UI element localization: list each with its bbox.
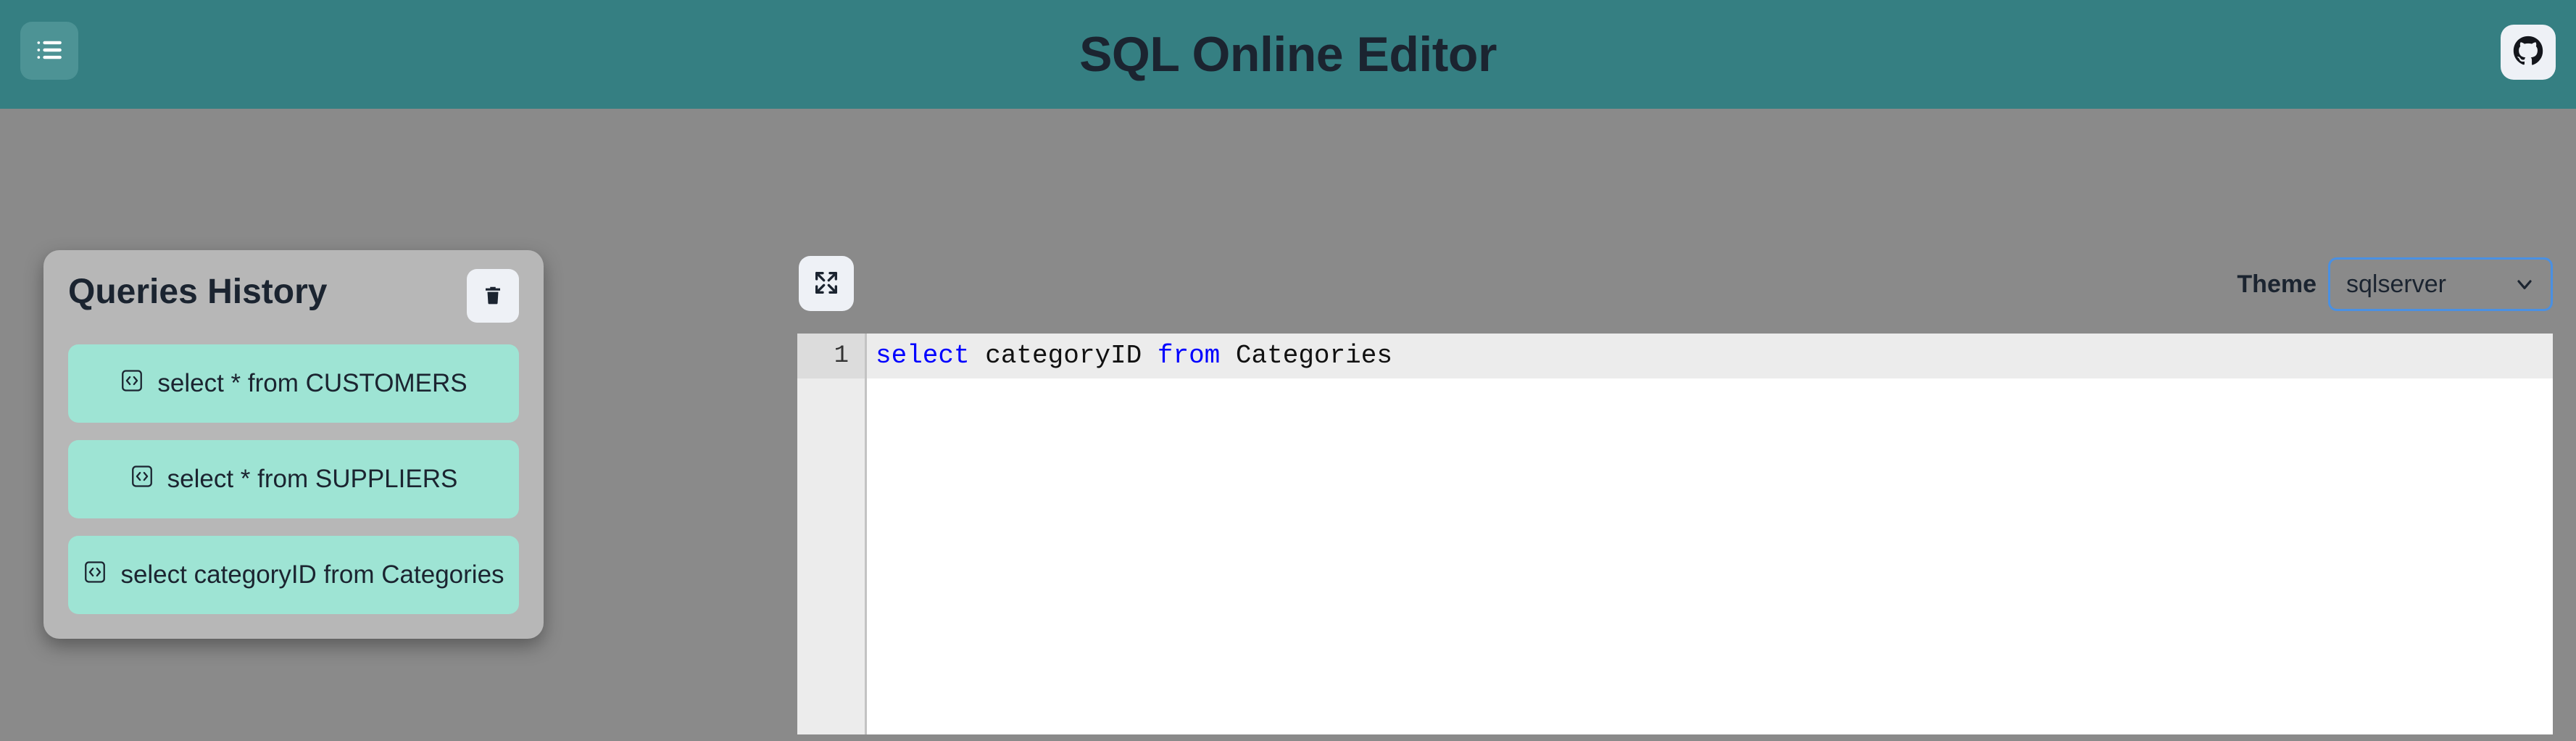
list-item-label: select * from CUSTOMERS [157,369,468,397]
code-brackets-icon [130,464,154,495]
trash-icon [482,284,504,308]
sql-code-editor[interactable]: 1 select categoryID from Categories [797,334,2553,734]
github-link-button[interactable] [2501,25,2556,80]
queries-history-header: Queries History [68,269,519,323]
list-menu-icon [33,34,65,68]
list-item[interactable]: select categoryID from Categories [68,536,519,614]
github-icon [2512,36,2544,70]
list-item[interactable]: select * from CUSTOMERS [68,344,519,423]
sql-keyword: select [876,341,970,370]
theme-select[interactable]: sqlserver [2328,257,2553,311]
list-item[interactable]: select * from SUPPLIERS [68,440,519,518]
list-item-label: select categoryID from Categories [120,560,504,589]
theme-select-value: sqlserver [2346,270,2446,298]
theme-label: Theme [2237,270,2317,298]
editor-code-pane[interactable]: select categoryID from Categories [865,334,2553,734]
code-brackets-icon [120,368,144,400]
page-title: SQL Online Editor [1079,27,1497,82]
main-content: Queries History select * from CUSTOMERS … [0,109,2576,741]
queries-history-title: Queries History [68,273,328,311]
app-header: SQL Online Editor [0,0,2576,109]
sql-text: Categories [1220,341,1392,370]
sql-text: categoryID [969,341,1158,370]
sql-keyword: from [1157,341,1221,370]
fullscreen-expand-icon [812,268,841,299]
code-brackets-icon [83,560,107,591]
code-line[interactable]: select categoryID from Categories [867,334,2553,378]
clear-history-button[interactable] [467,269,519,323]
menu-toggle-button[interactable] [20,22,78,80]
editor-gutter: 1 [797,334,865,734]
list-item-label: select * from SUPPLIERS [167,465,458,493]
queries-history-panel: Queries History select * from CUSTOMERS … [43,250,544,639]
fullscreen-toggle-button[interactable] [799,256,854,311]
theme-selector-group: Theme sqlserver [2237,257,2553,311]
line-number: 1 [797,334,865,378]
